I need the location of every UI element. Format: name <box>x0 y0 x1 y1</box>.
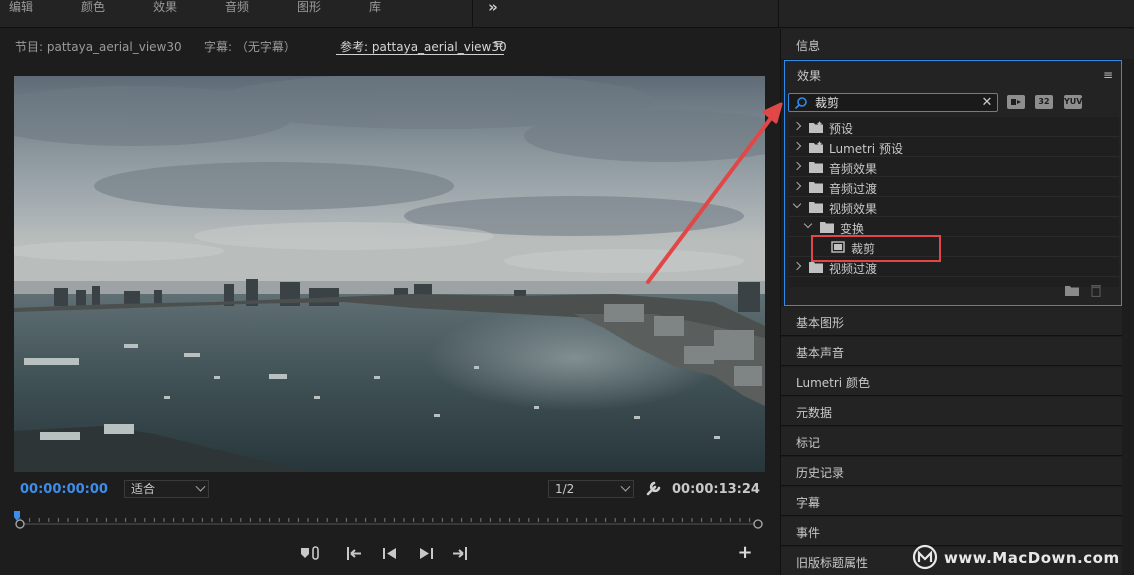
resolution-select[interactable]: 1/2 <box>548 480 634 498</box>
effects-panel: 效果 ≡ ✕ 32 YUV 预设 Lumetri 预设音频效果音频过渡视频效果变换… <box>784 60 1122 306</box>
chevron-down-icon[interactable] <box>803 219 813 229</box>
collapsed-panel-header[interactable]: 字幕 <box>781 487 1122 516</box>
reference-monitor-panel: 节目: pattaya_aerial_view30 字幕: （无字幕） 参考: … <box>0 29 778 575</box>
tree-item[interactable]: 视频效果 <box>789 197 1119 217</box>
zoom-fit-select[interactable]: 适合 <box>124 480 209 498</box>
yuv-filter-icon[interactable]: YUV <box>1064 95 1082 109</box>
watermark: www.MacDown.com <box>912 544 1124 572</box>
chevron-right-icon[interactable] <box>792 161 802 171</box>
tree-item-label: 裁剪 <box>851 242 876 256</box>
tree-item-label: Lumetri 预设 <box>829 142 903 156</box>
collapsed-panel-title: 字幕 <box>796 496 821 510</box>
tab-program-monitor[interactable]: 节目: pattaya_aerial_view30 <box>15 38 182 55</box>
collapsed-panel-header[interactable]: 元数据 <box>781 397 1122 426</box>
workspace-tab-graphics[interactable]: 图形 <box>297 0 321 14</box>
tree-item-label: 音频过渡 <box>829 182 878 196</box>
monitor-tab-bar: 节目: pattaya_aerial_view30 字幕: （无字幕） 参考: … <box>0 29 778 61</box>
video-frame <box>14 76 765 472</box>
collapsed-panel-header[interactable]: 基本图形 <box>781 307 1122 336</box>
workspace-bar: 编辑 颜色 效果 音频 图形 库 » <box>0 0 1134 28</box>
wrench-settings-icon[interactable] <box>644 478 664 498</box>
effects-tree: 预设 Lumetri 预设 音频效果音频过渡视频效果变换裁剪视频过渡 <box>789 117 1119 287</box>
accelerated-effects-icon <box>1011 99 1021 105</box>
collapsed-panel-header[interactable]: 历史记录 <box>781 457 1122 486</box>
clear-search-icon[interactable]: ✕ <box>980 94 994 111</box>
collapsed-panel-title: 基本图形 <box>796 316 845 330</box>
tree-item[interactable]: 音频过渡 <box>789 177 1119 197</box>
effects-search-box[interactable]: ✕ <box>788 93 998 112</box>
workspace-tab-audio[interactable]: 音频 <box>225 0 249 14</box>
go-to-out-button[interactable] <box>448 542 472 566</box>
chevron-down-icon[interactable] <box>792 199 802 209</box>
tree-item[interactable]: 视频过渡 <box>789 257 1119 277</box>
workspace-tab-libraries[interactable]: 库 <box>369 0 381 14</box>
search-icon <box>794 97 807 110</box>
info-panel-title: 信息 <box>796 39 821 53</box>
trash-icon[interactable] <box>1090 284 1102 297</box>
effects-panel-title: 效果 <box>797 69 822 83</box>
drop-marker-button[interactable] <box>298 542 322 566</box>
workspace-tab-color[interactable]: 颜色 <box>81 0 105 14</box>
workspace-tab-edit[interactable]: 编辑 <box>9 0 33 14</box>
watermark-text: www.MacDown.com <box>944 549 1120 567</box>
tab-captions[interactable]: 字幕: （无字幕） <box>204 38 296 55</box>
collapsed-panel-header[interactable]: Lumetri 颜色 <box>781 367 1122 396</box>
button-editor-add-icon[interactable]: + <box>736 544 754 562</box>
workspace-divider <box>472 0 473 28</box>
tree-item[interactable]: 裁剪 <box>789 237 1119 257</box>
workspace-tab-effects[interactable]: 效果 <box>153 0 177 14</box>
aerial-city-image <box>14 76 765 472</box>
accelerated-effects-filter-icon[interactable] <box>1007 95 1025 109</box>
chevron-right-icon[interactable] <box>792 141 802 151</box>
transport-controls: + <box>0 542 778 566</box>
panel-menu-icon[interactable]: ≡ <box>493 37 504 52</box>
workspace-more-button[interactable]: » <box>480 0 506 15</box>
chevron-down-icon <box>195 481 206 492</box>
step-back-button[interactable] <box>378 542 402 566</box>
chevron-down-icon <box>620 481 631 492</box>
new-bin-icon[interactable] <box>1065 285 1079 296</box>
tree-item-label: 预设 <box>829 122 854 136</box>
collapsed-panel-title: 事件 <box>796 526 821 540</box>
chevron-right-icon[interactable] <box>792 121 802 131</box>
tree-item-label: 音频效果 <box>829 162 878 176</box>
workspace-divider <box>778 0 779 28</box>
collapsed-panel-title: 标记 <box>796 436 821 450</box>
chevron-right-icon[interactable] <box>792 261 802 271</box>
chevron-right-icon[interactable] <box>792 181 802 191</box>
32bit-filter-icon[interactable]: 32 <box>1035 95 1053 109</box>
info-panel-header[interactable]: 信息 <box>781 29 1134 59</box>
tree-item[interactable]: 音频效果 <box>789 157 1119 177</box>
active-tab-indicator <box>336 54 504 55</box>
collapsed-panel-header[interactable]: 标记 <box>781 427 1122 456</box>
current-timecode[interactable]: 00:00:00:00 <box>20 482 108 497</box>
collapsed-panel-title: 旧版标题属性 <box>796 556 869 570</box>
right-panel-stack: 信息 效果 ≡ ✕ 32 YUV 预设 Lumetri 预设音频效果音频过渡视频效… <box>780 29 1134 575</box>
collapsed-panel-title: Lumetri 颜色 <box>796 376 870 390</box>
panel-menu-icon[interactable]: ≡ <box>1103 68 1113 82</box>
tree-item-label: 变换 <box>840 222 865 236</box>
tree-item[interactable]: Lumetri 预设 <box>789 137 1119 157</box>
go-to-in-button[interactable] <box>342 542 366 566</box>
collapsed-panel-title: 元数据 <box>796 406 833 420</box>
tree-item-label: 视频过渡 <box>829 262 878 276</box>
time-ruler[interactable] <box>14 509 764 531</box>
tree-item[interactable]: 预设 <box>789 117 1119 137</box>
duration-timecode: 00:00:13:24 <box>672 482 760 497</box>
collapsed-panel-header[interactable]: 基本声音 <box>781 337 1122 366</box>
collapsed-panel-title: 基本声音 <box>796 346 845 360</box>
tab-reference-monitor[interactable]: 参考: pattaya_aerial_view30 <box>340 38 507 55</box>
collapsed-panel-header[interactable]: 事件 <box>781 517 1122 546</box>
tree-item[interactable]: 变换 <box>789 217 1119 237</box>
step-forward-button[interactable] <box>414 542 438 566</box>
macdown-logo-icon <box>912 544 938 570</box>
resolution-value: 1/2 <box>555 482 575 496</box>
tree-item-label: 视频效果 <box>829 202 878 216</box>
collapsed-panel-title: 历史记录 <box>796 466 845 480</box>
zoom-fit-value: 适合 <box>131 482 156 496</box>
effects-search-input[interactable] <box>815 95 975 110</box>
